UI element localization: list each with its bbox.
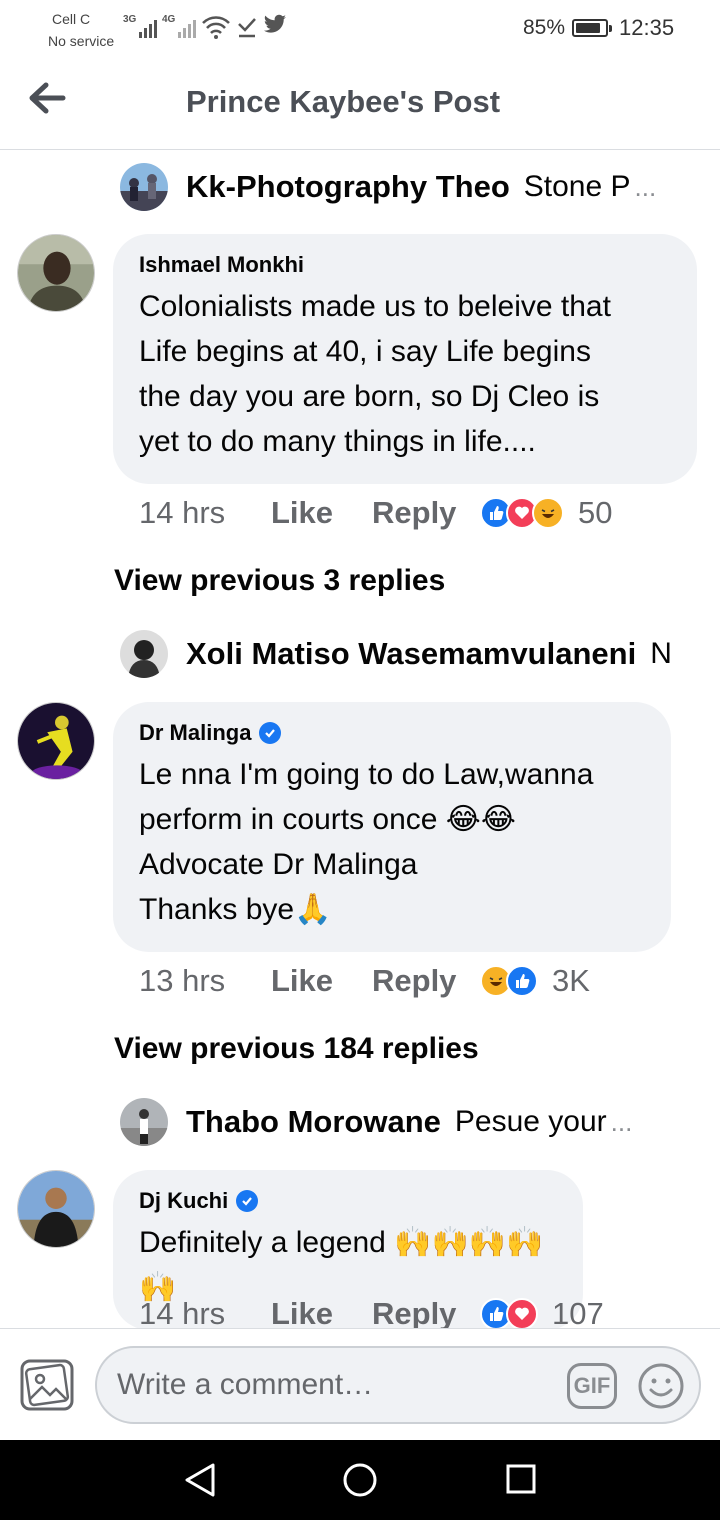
carrier-info: Cell C No service <box>48 8 114 52</box>
reactions-summary[interactable] <box>480 965 538 997</box>
comment-time[interactable]: 13 hrs <box>139 963 271 999</box>
sim1-signal-icon: 3G <box>123 14 158 38</box>
app-header: Prince Kaybee's Post <box>0 56 720 150</box>
verified-badge-icon <box>259 722 282 744</box>
reply-snippet: N <box>650 637 672 670</box>
comment-composer: GIF <box>0 1328 720 1440</box>
avatar[interactable] <box>120 1098 168 1146</box>
reply-author[interactable]: Xoli Matiso Wasemamvulaneni <box>186 636 636 672</box>
reaction-count[interactable]: 50 <box>578 495 612 531</box>
comment-bubble[interactable]: Dr Malinga Le nna I'm going to do Law,wa… <box>113 702 671 952</box>
avatar[interactable] <box>120 163 168 211</box>
comment-author[interactable]: Ishmael Monkhi <box>139 252 671 278</box>
clock: 12:35 <box>619 15 675 40</box>
verified-badge-icon <box>236 1190 259 1212</box>
comment-actions: 14 hrs Like Reply 107 <box>139 1294 604 1328</box>
author-name[interactable]: Ishmael Monkhi <box>139 252 304 278</box>
comment-box[interactable]: GIF <box>95 1346 701 1424</box>
view-previous-replies[interactable]: View previous 3 replies <box>114 564 445 598</box>
battery-percent: 85% <box>523 16 566 39</box>
avatar[interactable] <box>17 1170 95 1248</box>
reaction-count[interactable]: 107 <box>552 1296 604 1328</box>
carrier-name: Cell C <box>52 11 91 27</box>
wifi-icon <box>202 16 230 39</box>
avatar[interactable] <box>17 702 95 780</box>
comment-text: Le nna I'm going to do Law,wanna perform… <box>139 758 594 926</box>
ellipsis: ... <box>634 171 657 202</box>
comment-bubble[interactable]: Ishmael Monkhi Colonialists made us to b… <box>113 234 697 484</box>
comments-feed[interactable]: Kk-Photography Theo Stone P ... Ishmael … <box>0 151 720 1328</box>
author-name[interactable]: Dr Malinga <box>139 720 251 746</box>
like-button[interactable]: Like <box>271 495 372 531</box>
comment-input[interactable] <box>117 1368 557 1402</box>
reply-author[interactable]: Kk-Photography Theo <box>186 169 510 205</box>
twitter-icon <box>264 14 286 33</box>
status-bar: Cell C No service 3G 4G 85% 12:35 <box>0 0 720 56</box>
photo-icon[interactable] <box>20 1359 74 1411</box>
battery-icon <box>572 19 612 37</box>
reactions-summary[interactable] <box>480 1298 538 1328</box>
nav-back-icon[interactable] <box>183 1462 217 1498</box>
ellipsis: ... <box>610 1106 633 1137</box>
download-done-icon <box>238 18 256 38</box>
view-previous-replies[interactable]: View previous 184 replies <box>114 1032 479 1066</box>
nav-home-icon[interactable] <box>342 1462 378 1498</box>
sim1-network-type: 3G <box>123 14 137 25</box>
comment-author[interactable]: Dj Kuchi <box>139 1188 557 1214</box>
carrier-status: No service <box>48 33 115 49</box>
sim2-signal-icon: 4G <box>162 14 197 38</box>
comment-time[interactable]: 14 hrs <box>139 495 271 531</box>
gif-button[interactable]: GIF <box>567 1363 617 1409</box>
comment-author[interactable]: Dr Malinga <box>139 720 645 746</box>
reply-snippet: Stone P <box>523 170 631 203</box>
page-title: Prince Kaybee's Post <box>185 84 501 119</box>
comment-text: Colonialists made us to beleive that Lif… <box>139 290 611 458</box>
avatar[interactable] <box>120 630 168 678</box>
reply-snippet: Pesue your <box>454 1105 607 1138</box>
comment-actions: 13 hrs Like Reply 3K <box>139 961 590 1001</box>
reply-preview[interactable]: Xoli Matiso Wasemamvulaneni N <box>120 628 672 680</box>
reply-author[interactable]: Thabo Morowane <box>186 1104 441 1140</box>
comment-actions: 14 hrs Like Reply 50 <box>139 493 612 533</box>
comment-time[interactable]: 14 hrs <box>139 1296 271 1328</box>
nav-recents-icon[interactable] <box>505 1463 537 1495</box>
avatar[interactable] <box>17 234 95 312</box>
reply-button[interactable]: Reply <box>372 963 480 999</box>
sim2-network-type: 4G <box>162 14 176 25</box>
reactions-summary[interactable] <box>480 497 564 529</box>
haha-reaction-icon <box>532 497 564 529</box>
author-name[interactable]: Dj Kuchi <box>139 1188 228 1214</box>
like-button[interactable]: Like <box>271 1296 372 1328</box>
reply-button[interactable]: Reply <box>372 495 480 531</box>
reaction-count[interactable]: 3K <box>552 963 590 999</box>
emoji-icon[interactable] <box>637 1362 685 1410</box>
system-nav-bar <box>0 1440 720 1520</box>
reply-preview[interactable]: Kk-Photography Theo Stone P ... <box>120 161 656 213</box>
like-reaction-icon <box>506 965 538 997</box>
reply-button[interactable]: Reply <box>372 1296 480 1328</box>
reply-preview[interactable]: Thabo Morowane Pesue your ... <box>120 1096 632 1148</box>
like-button[interactable]: Like <box>271 963 372 999</box>
love-reaction-icon <box>506 1298 538 1328</box>
